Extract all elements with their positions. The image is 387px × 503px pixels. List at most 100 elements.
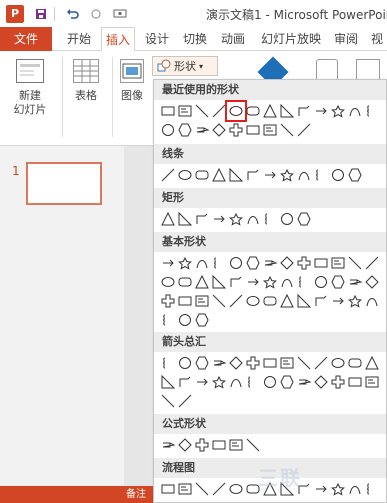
shape-option[interactable] [228, 167, 244, 183]
shape-option[interactable] [296, 211, 312, 227]
table-button[interactable]: 表格 [66, 59, 106, 103]
textbox-icon[interactable] [356, 59, 380, 81]
shape-option[interactable] [211, 274, 227, 290]
shape-option[interactable] [245, 255, 261, 271]
shape-option[interactable] [364, 355, 380, 371]
shape-option[interactable] [160, 312, 176, 328]
shape-option[interactable] [313, 167, 329, 183]
shape-option[interactable] [347, 374, 363, 390]
shape-option[interactable] [262, 103, 278, 119]
save-icon[interactable] [34, 7, 48, 21]
tab-slideshow[interactable]: 幻灯片放映 [255, 27, 327, 51]
shape-option[interactable] [279, 122, 295, 138]
shape-option[interactable] [245, 122, 261, 138]
shape-option[interactable] [245, 374, 261, 390]
shape-option[interactable] [330, 481, 346, 497]
shape-option[interactable] [177, 167, 193, 183]
shape-option[interactable] [160, 481, 176, 497]
shape-option[interactable] [364, 103, 380, 119]
shape-option[interactable] [330, 355, 346, 371]
shape-option[interactable] [279, 103, 295, 119]
shape-option[interactable] [211, 211, 227, 227]
shape-option[interactable] [296, 167, 312, 183]
shape-option[interactable] [296, 122, 312, 138]
shape-option[interactable] [160, 293, 176, 309]
shape-option[interactable] [228, 255, 244, 271]
tab-file[interactable]: 文件 [0, 27, 52, 51]
shape-option[interactable] [228, 374, 244, 390]
shape-option[interactable] [228, 481, 244, 497]
shape-option[interactable] [313, 481, 329, 497]
shape-option[interactable] [364, 293, 380, 309]
tab-transitions[interactable]: 切换 [179, 27, 211, 51]
shape-option[interactable] [313, 355, 329, 371]
shape-option[interactable] [313, 374, 329, 390]
shape-option[interactable] [194, 355, 210, 371]
shape-option[interactable] [347, 274, 363, 290]
shape-option[interactable] [194, 255, 210, 271]
shape-option[interactable] [279, 293, 295, 309]
shape-option[interactable] [296, 374, 312, 390]
shape-option[interactable] [194, 274, 210, 290]
shape-option[interactable] [160, 374, 176, 390]
shape-option[interactable] [313, 274, 329, 290]
shape-option[interactable] [296, 274, 312, 290]
shape-option[interactable] [279, 355, 295, 371]
shapes-button[interactable]: 形状 ▾ [152, 56, 218, 76]
shape-option[interactable] [160, 122, 176, 138]
new-slide-button[interactable]: 新建 幻灯片 [4, 59, 56, 117]
shape-option[interactable] [364, 374, 380, 390]
shape-option[interactable] [177, 255, 193, 271]
shape-option[interactable] [279, 211, 295, 227]
shape-option[interactable] [262, 274, 278, 290]
shape-option[interactable] [160, 103, 176, 119]
shape-option[interactable] [194, 211, 210, 227]
shape-option[interactable] [296, 103, 312, 119]
shape-option[interactable] [296, 255, 312, 271]
shape-option[interactable] [296, 293, 312, 309]
shape-option[interactable] [347, 167, 363, 183]
shape-option[interactable] [262, 293, 278, 309]
shape-option[interactable] [177, 374, 193, 390]
shape-option[interactable] [177, 211, 193, 227]
shape-option[interactable] [347, 355, 363, 371]
shape-option[interactable] [347, 103, 363, 119]
shape-option[interactable] [296, 355, 312, 371]
undo-icon[interactable] [65, 7, 79, 21]
shape-option[interactable] [262, 255, 278, 271]
shape-option[interactable] [279, 274, 295, 290]
shape-option[interactable] [160, 167, 176, 183]
tab-insert[interactable]: 插入 [101, 27, 135, 51]
redo-icon[interactable] [89, 7, 103, 21]
shape-option[interactable] [330, 167, 346, 183]
shape-option[interactable] [177, 312, 193, 328]
shape-option[interactable] [313, 103, 329, 119]
shape-option[interactable] [194, 374, 210, 390]
shape-option[interactable] [262, 167, 278, 183]
shape-option[interactable] [228, 211, 244, 227]
shape-option[interactable] [262, 211, 278, 227]
shape-option[interactable] [194, 122, 210, 138]
shape-option[interactable] [364, 274, 380, 290]
shape-option[interactable] [228, 355, 244, 371]
shape-option[interactable] [211, 255, 227, 271]
image-button[interactable]: 图像 [114, 59, 150, 103]
shape-option[interactable] [177, 393, 193, 409]
shape-option[interactable] [228, 293, 244, 309]
shape-option[interactable] [211, 167, 227, 183]
shape-option[interactable] [262, 355, 278, 371]
shape-option[interactable] [160, 274, 176, 290]
shape-option[interactable] [245, 211, 261, 227]
shape-option[interactable] [211, 374, 227, 390]
shape-option[interactable] [177, 103, 193, 119]
shape-option[interactable] [194, 167, 210, 183]
shape-option[interactable] [330, 255, 346, 271]
shape-option[interactable] [313, 255, 329, 271]
shape-option[interactable] [279, 167, 295, 183]
link-icon[interactable] [316, 59, 338, 81]
shape-option[interactable] [279, 374, 295, 390]
shape-option[interactable] [313, 293, 329, 309]
shape-option[interactable] [330, 293, 346, 309]
shape-option[interactable] [194, 481, 210, 497]
shape-option[interactable] [160, 355, 176, 371]
